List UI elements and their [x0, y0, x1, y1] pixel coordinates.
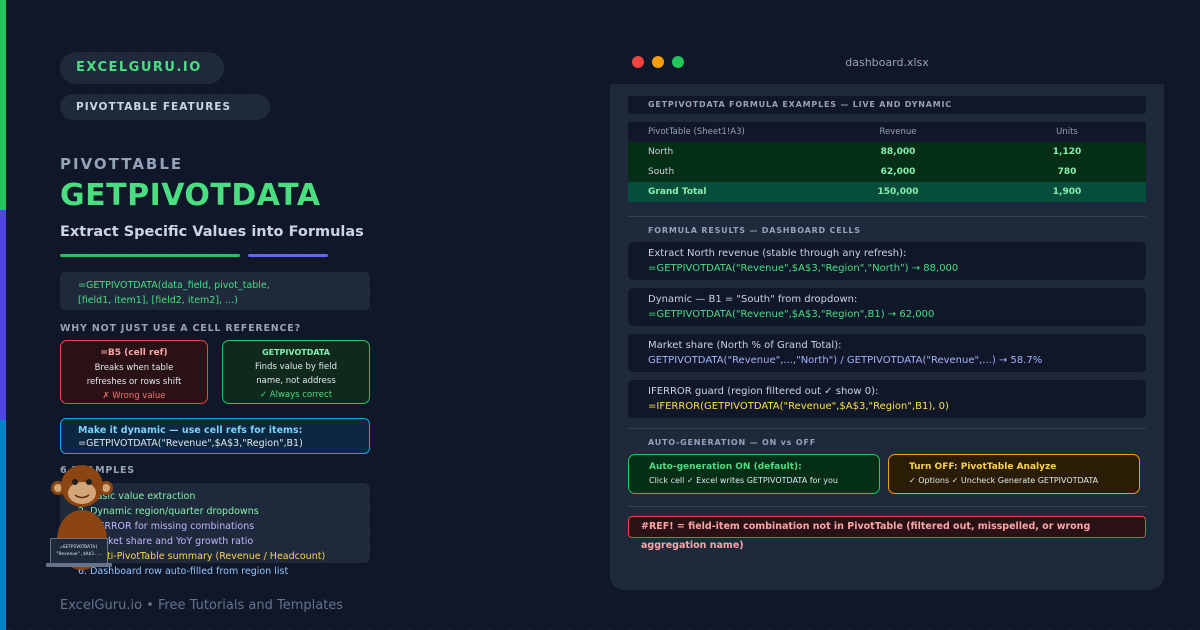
divider	[628, 216, 1146, 217]
formula-text: =GETPIVOTDATA("Revenue",$A$3,"Region","N…	[648, 263, 959, 274]
getpivotdata-line-1: Finds value by field	[255, 362, 337, 372]
ref-error-note: #REF! = field-item combination not in Pi…	[628, 516, 1146, 551]
spreadsheet-window: dashboard.xlsx GETPIVOTDATA FORMULA EXAM…	[610, 44, 1164, 590]
tip-formula: =GETPIVOTDATA("Revenue",$A$3,"Region",B1…	[78, 438, 303, 449]
section-label-formula-results: FORMULA RESULTS — DASHBOARD CELLS	[648, 226, 861, 235]
example-item: 2. Dynamic region/quarter dropdowns	[78, 506, 259, 517]
formula-text: =GETPIVOTDATA("Revenue",$A$3,"Region",B1…	[648, 309, 935, 320]
getpivotdata-title: GETPIVOTDATA	[262, 348, 330, 357]
divider	[628, 506, 1146, 507]
cell-ref-card: =B5 (cell ref) Breaks when table refresh…	[60, 340, 208, 404]
auto-generation-off-card: Turn OFF: PivotTable Analyze ✓ Options ✓…	[888, 454, 1140, 494]
formula-card[interactable]: Market share (North % of Grand Total): G…	[628, 334, 1146, 372]
pivot-cell[interactable]: 1,120	[988, 142, 1146, 162]
accent-bar-green	[0, 0, 6, 210]
hero-title: GETPIVOTDATA	[60, 178, 321, 213]
formula-label: Market share (North % of Grand Total):	[648, 340, 842, 351]
example-item: 4. Market share and YoY growth ratio	[78, 536, 254, 547]
pivot-header-cell: PivotTable (Sheet1!A3)	[648, 127, 745, 137]
cell-ref-title: =B5 (cell ref)	[100, 348, 168, 358]
auto-on-title: Auto-generation ON (default):	[649, 462, 802, 472]
pivot-row[interactable]: South 62,000 780	[628, 162, 1146, 182]
section-header-formula-examples: GETPIVOTDATA FORMULA EXAMPLES — LIVE AND…	[628, 96, 1146, 114]
example-item: 1. Basic value extraction	[78, 491, 196, 502]
laptop-line-1: =GETPIVOTDATA(	[60, 545, 98, 550]
getpivotdata-line-2: name, not address	[256, 376, 336, 386]
laptop-base	[46, 563, 112, 567]
auto-off-title: Turn OFF: PivotTable Analyze	[909, 462, 1057, 472]
hero-eyebrow: PIVOTTABLE	[60, 155, 184, 173]
brand-pill[interactable]: EXCELGURU.IO	[60, 52, 224, 84]
pivot-cell[interactable]: 150,000	[808, 182, 988, 202]
syntax-line-2: [field1, item1], [field2, item2], ...)	[78, 295, 238, 306]
formula-label: Dynamic — B1 = "South" from dropdown:	[648, 294, 858, 305]
formula-label: IFERROR guard (region filtered out ✓ sho…	[648, 386, 879, 397]
cell-ref-line-1: Breaks when table	[94, 363, 174, 373]
pivot-cell[interactable]: 780	[988, 162, 1146, 182]
pivot-header-cell: Revenue	[879, 127, 917, 137]
hero-subtitle: Extract Specific Values into Formulas	[60, 224, 364, 240]
underline-green	[60, 254, 240, 257]
auto-off-text: ✓ Options ✓ Uncheck Generate GETPIVOTDAT…	[909, 476, 1099, 485]
tip-title: Make it dynamic — use cell refs for item…	[78, 425, 303, 436]
auto-generation-on-card: Auto-generation ON (default): Click cell…	[628, 454, 880, 494]
formula-text: GETPIVOTDATA("Revenue",...,"North") / GE…	[648, 355, 1043, 366]
accent-bar-indigo	[0, 210, 6, 420]
laptop-line-2: "Revenue",$A$3...	[55, 552, 103, 557]
why-heading: WHY NOT JUST USE A CELL REFERENCE?	[60, 323, 301, 334]
syntax-line-1: =GETPIVOTDATA(data_field, pivot_table,	[78, 280, 270, 291]
accent-bar-blue	[0, 420, 6, 630]
window-title: dashboard.xlsx	[845, 56, 929, 69]
cell-ref-status: ✗ Wrong value	[102, 391, 166, 401]
example-item: 6. Dashboard row auto-filled from region…	[78, 566, 289, 577]
auto-on-text: Click cell ✓ Excel writes GETPIVOTDATA f…	[649, 476, 838, 485]
formula-card[interactable]: Dynamic — B1 = "South" from dropdown: =G…	[628, 288, 1146, 326]
pivot-row[interactable]: North 88,000 1,120	[628, 142, 1146, 162]
pivot-cell[interactable]: Grand Total	[628, 182, 808, 202]
cell-ref-line-2: refreshes or rows shift	[86, 377, 182, 387]
underline-indigo	[248, 254, 328, 257]
pivot-table: PivotTable (Sheet1!A3) Revenue Units Nor…	[628, 122, 1146, 202]
feature-pill[interactable]: PIVOTTABLE FEATURES	[60, 94, 270, 120]
syntax-box: =GETPIVOTDATA(data_field, pivot_table, […	[60, 272, 370, 310]
divider	[628, 428, 1146, 429]
formula-label: Extract North revenue (stable through an…	[648, 248, 907, 259]
example-item: 5. Multi-PivotTable summary (Revenue / H…	[78, 551, 326, 562]
pivot-cell[interactable]: 88,000	[808, 142, 988, 162]
window-title-bar: dashboard.xlsx	[610, 44, 1164, 84]
example-item: 3. IFERROR for missing combinations	[78, 521, 255, 532]
mascot-laptop: =GETPIVOTDATA( "Revenue",$A$3...	[50, 538, 108, 564]
section-label-auto-generation: AUTO-GENERATION — ON vs OFF	[648, 438, 816, 447]
getpivotdata-status: ✓ Always correct	[259, 390, 333, 400]
pivot-cell[interactable]: North	[628, 142, 808, 162]
pivot-cell[interactable]: South	[628, 162, 808, 182]
formula-card[interactable]: Extract North revenue (stable through an…	[628, 242, 1146, 280]
formula-text: =IFERROR(GETPIVOTDATA("Revenue",$A$3,"Re…	[648, 401, 949, 412]
pivot-cell[interactable]: 62,000	[808, 162, 988, 182]
getpivotdata-card: GETPIVOTDATA Finds value by field name, …	[222, 340, 370, 404]
pivot-cell[interactable]: 1,900	[988, 182, 1146, 202]
formula-card[interactable]: IFERROR guard (region filtered out ✓ sho…	[628, 380, 1146, 418]
pivot-header-cell: Units	[1056, 127, 1078, 137]
pivot-header-row: PivotTable (Sheet1!A3) Revenue Units	[628, 122, 1146, 142]
dynamic-tip-box: Make it dynamic — use cell refs for item…	[60, 418, 370, 454]
pivot-total-row[interactable]: Grand Total 150,000 1,900	[628, 182, 1146, 202]
footer-text: ExcelGuru.io • Free Tutorials and Templa…	[60, 598, 344, 613]
